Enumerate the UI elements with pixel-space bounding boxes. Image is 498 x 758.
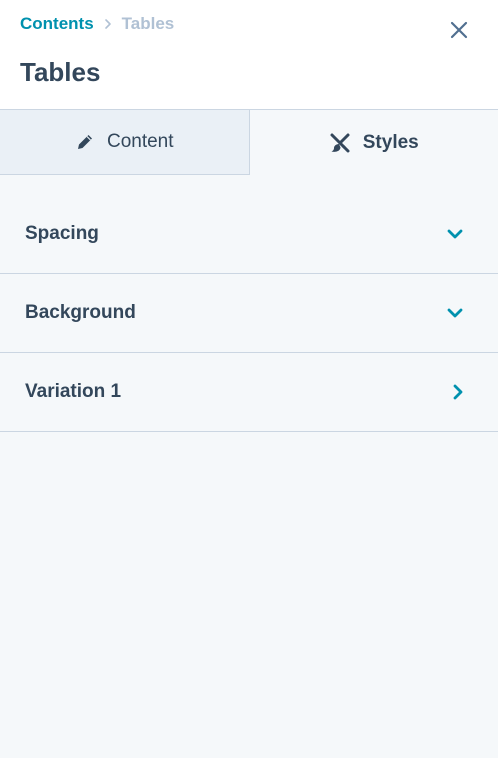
- section-background[interactable]: Background: [0, 274, 498, 353]
- tab-styles[interactable]: Styles: [249, 110, 498, 175]
- tab-styles-label: Styles: [362, 131, 419, 153]
- pencil-icon: [75, 132, 95, 152]
- chevron-right-icon: [452, 383, 464, 401]
- tab-content[interactable]: Content: [0, 110, 250, 174]
- chevron-right-icon: [104, 18, 112, 30]
- section-list: Spacing Background Variation 1: [0, 175, 498, 432]
- section-label: Variation 1: [25, 381, 122, 402]
- section-variation-1[interactable]: Variation 1: [0, 353, 498, 432]
- section-label: Background: [25, 302, 136, 323]
- tab-bar: Content Styles: [0, 110, 498, 175]
- chevron-down-icon: [446, 307, 464, 319]
- close-icon: [450, 21, 468, 39]
- styles-panel: Contents Tables Tables Content Styles Sp…: [0, 0, 498, 758]
- close-button[interactable]: [448, 19, 470, 41]
- breadcrumb-contents-link[interactable]: Contents: [20, 14, 94, 34]
- panel-header: Contents Tables Tables: [0, 0, 498, 110]
- section-label: Spacing: [25, 223, 99, 244]
- page-title: Tables: [20, 57, 101, 87]
- breadcrumb-current: Tables: [121, 14, 175, 33]
- brush-icon: [329, 132, 351, 154]
- tab-content-label: Content: [106, 131, 174, 152]
- section-spacing[interactable]: Spacing: [0, 175, 498, 274]
- breadcrumb: Contents Tables: [20, 14, 174, 34]
- chevron-down-icon: [446, 228, 464, 240]
